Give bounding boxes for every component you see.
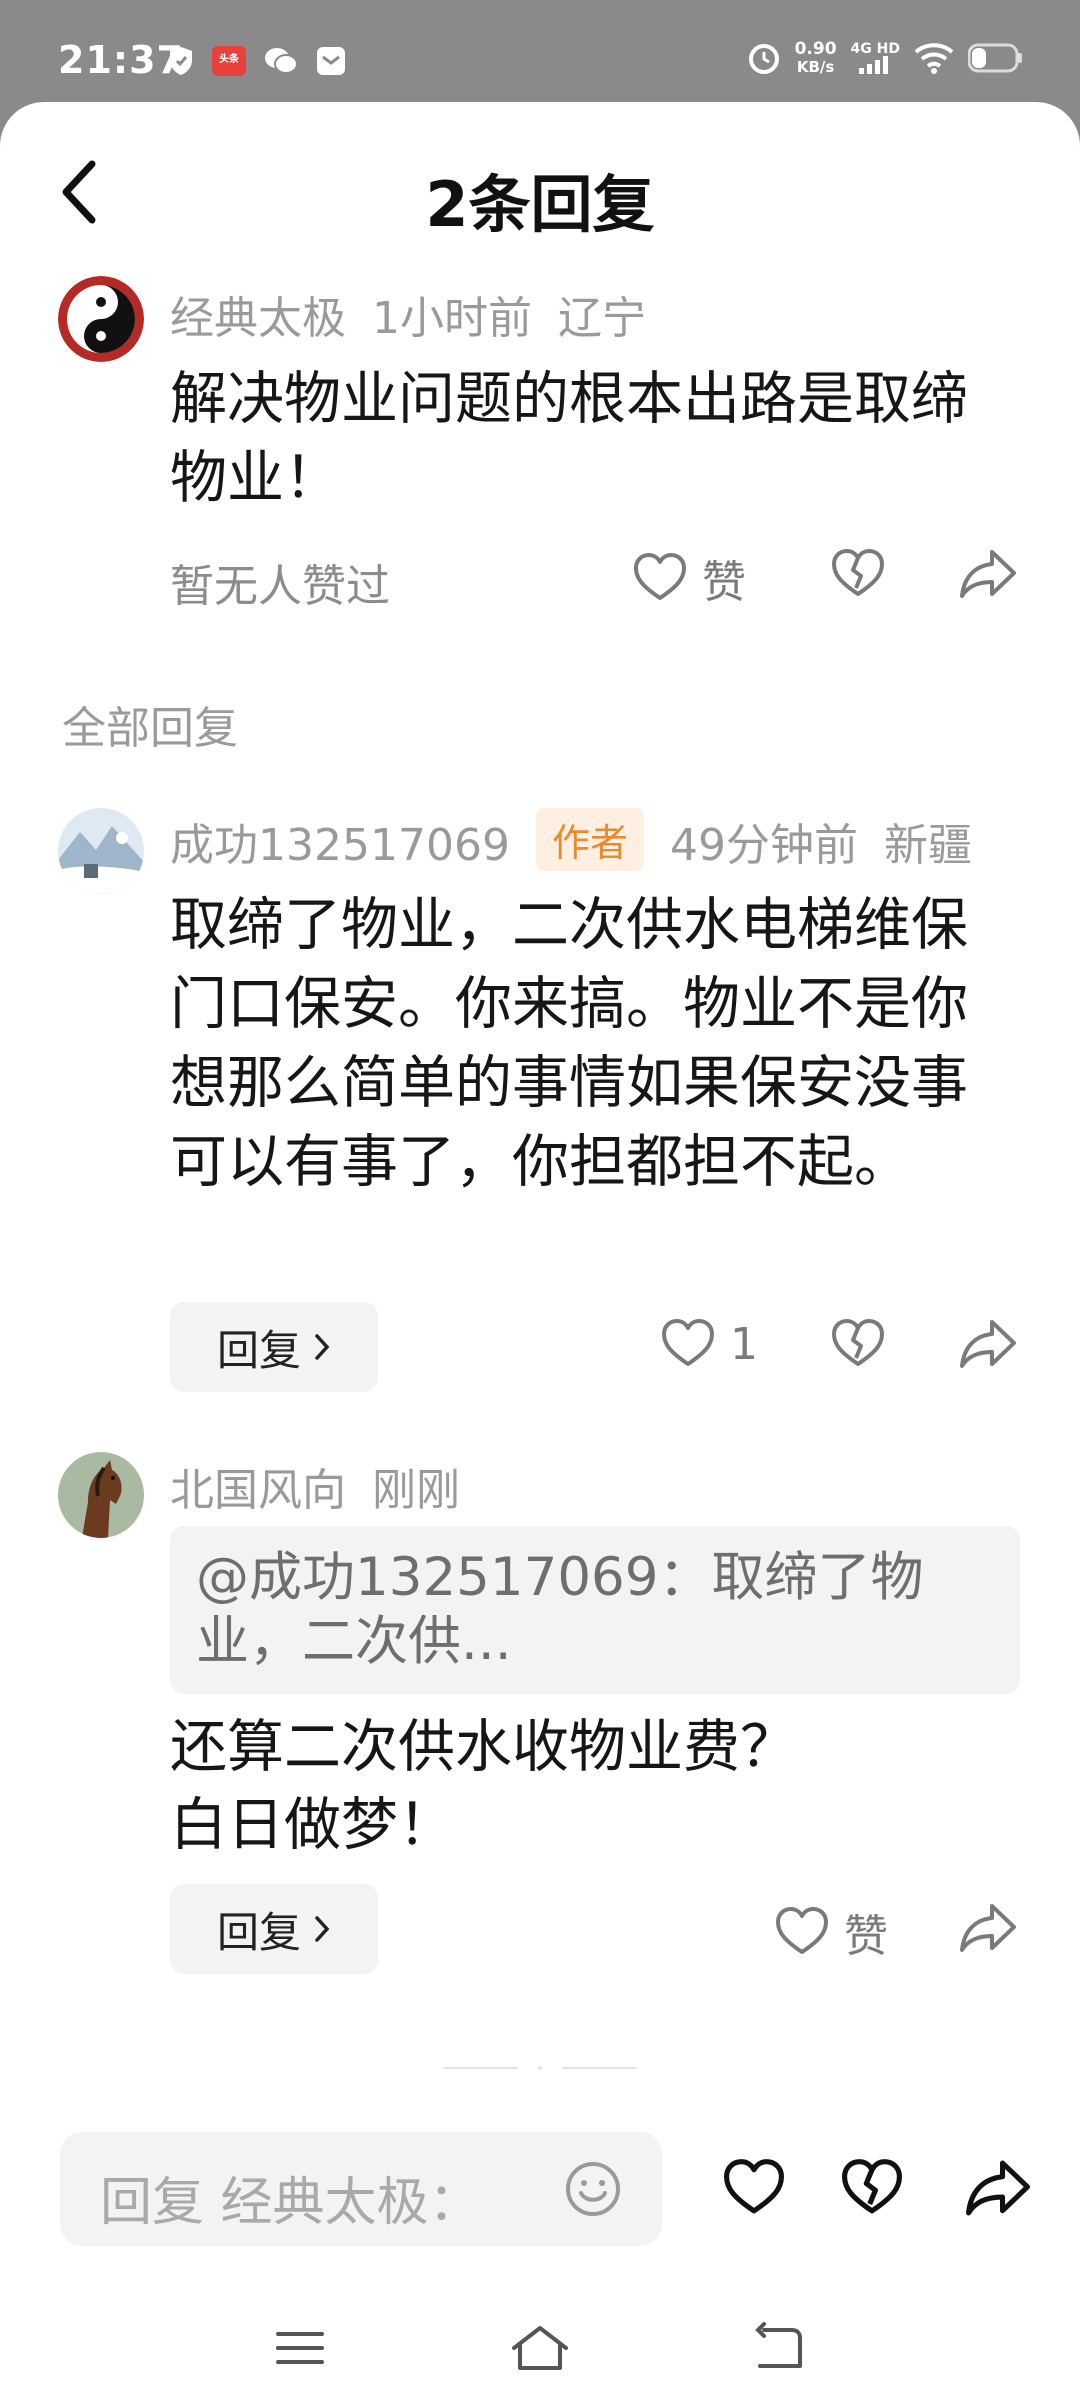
author-badge: 作者 [535, 808, 644, 871]
reply-2-like-label: 赞 [844, 1911, 888, 1962]
toutiao-app-icon: 头条 [212, 46, 246, 76]
page-title: 2条回复 [425, 168, 655, 241]
toutiao-app-icon-label: 头条 [219, 54, 239, 65]
divider-line-left [444, 2067, 518, 2069]
reply-1-share-button[interactable] [958, 1316, 1018, 1372]
network-type: 4G HD [851, 42, 900, 74]
chevron-right-icon [315, 1334, 330, 1360]
reply-1-like-button[interactable]: 1 [660, 1316, 758, 1372]
reply-1-reply-button[interactable]: 回复 [170, 1302, 378, 1392]
share-icon [960, 1904, 1016, 1952]
status-bar: 21:37 头条 0.90 KB/s 4G HD [0, 0, 1080, 100]
reply-2-text-line-2: 白日做梦！ [170, 1792, 455, 1858]
main-comment-like-button[interactable]: 赞 [632, 546, 746, 610]
main-comment-share-button[interactable] [958, 546, 1018, 602]
reply-1-username[interactable]: 成功132517069 [170, 820, 510, 871]
reply-2-reply-button[interactable]: 回复 [170, 1884, 378, 1974]
horse-avatar-icon [58, 1452, 144, 1538]
reply-1-time: 49分钟前 [669, 820, 858, 871]
network-type-label: 4G HD [850, 41, 900, 57]
heart-icon [634, 553, 686, 600]
reply-2-text-line-1: 还算二次供水收物业费？ [170, 1714, 797, 1780]
share-icon [965, 2160, 1031, 2216]
avatar-reply-1[interactable] [58, 808, 144, 894]
heart-icon [724, 2159, 784, 2214]
signal-icon [859, 56, 889, 74]
main-comment-time: 1小时前 [372, 293, 532, 344]
status-system-icons: 0.90 KB/s 4G HD [747, 40, 1024, 76]
yin-yang-icon [58, 276, 144, 362]
heart-icon [776, 1907, 828, 1954]
alarm-icon [748, 44, 779, 74]
reply-2-quoted-text[interactable]: @成功132517069：取缔了物业，二次供... [170, 1526, 1020, 1694]
net-speed-value: 0.90 [794, 39, 837, 59]
main-comment-like-label: 赞 [702, 557, 746, 608]
reply-2-username[interactable]: 北国风向 [170, 1465, 346, 1516]
emoji-icon[interactable] [564, 2160, 622, 2218]
reply-2-share-button[interactable] [958, 1900, 1018, 1956]
reply-input-placeholder: 回复 经典太极： [100, 2173, 481, 2233]
net-speed: 0.90 KB/s [795, 40, 837, 76]
reply-input-box[interactable]: 回复 经典太极： [60, 2132, 662, 2246]
reply-1-text: 取缔了物业，二次供水电梯维保门口保安。你来搞。物业不是你想那么简单的事情如果保安… [170, 892, 968, 1195]
wifi-icon [914, 43, 954, 74]
menu-icon[interactable] [274, 2322, 326, 2374]
net-speed-unit: KB/s [796, 58, 835, 76]
reply-2-time: 刚刚 [372, 1465, 460, 1516]
list-end-divider [444, 2066, 636, 2070]
reply-2-like-button[interactable]: 赞 [774, 1900, 888, 1964]
bottom-dislike-button[interactable] [840, 2156, 904, 2224]
screen: 21:37 头条 0.90 KB/s 4G HD 2条回复 经典太极 1小时前 … [0, 0, 1080, 2408]
system-navigation-bar [0, 2302, 1080, 2408]
main-comment-meta: 经典太极 1小时前 辽宁 [170, 282, 672, 346]
shield-icon [170, 47, 192, 75]
main-comment-likes-info: 暂无人赞过 [170, 561, 390, 612]
reply-2-meta: 北国风向 刚刚 [170, 1454, 486, 1518]
message-app-icon [317, 47, 345, 75]
main-comment-location: 辽宁 [558, 293, 646, 344]
reply-1-like-count: 1 [730, 1318, 758, 1370]
status-notification-icons: 头条 [168, 46, 346, 76]
reply-2-reply-label: 回复 [216, 1907, 301, 1957]
share-icon [960, 550, 1016, 598]
main-comment-dislike-button[interactable] [830, 546, 886, 602]
divider-line-right [562, 2067, 636, 2069]
battery-icon [968, 43, 1022, 73]
home-icon[interactable] [508, 2322, 572, 2374]
back-nav-icon[interactable] [752, 2322, 804, 2374]
reply-1-reply-label: 回复 [216, 1325, 301, 1375]
all-replies-title: 全部回复 [62, 703, 238, 754]
sheet-header: 2条回复 [0, 102, 1080, 272]
heart-icon [662, 1319, 714, 1366]
replies-sheet: 2条回复 经典太极 1小时前 辽宁 解决物业问题的根本出路是取缔物业！ 暂无人赞过 … [0, 102, 1080, 2408]
avatar-main-commenter[interactable] [58, 276, 144, 362]
broken-heart-icon [832, 549, 884, 596]
reply-1-location: 新疆 [883, 820, 972, 871]
wechat-icon [265, 48, 298, 74]
reply-1-dislike-button[interactable] [830, 1316, 886, 1372]
main-comment-text: 解决物业问题的根本出路是取缔物业！ [170, 366, 968, 511]
divider-dot [538, 2066, 542, 2070]
snow-landscape-avatar-icon [58, 808, 144, 894]
avatar-reply-2[interactable] [58, 1452, 144, 1538]
status-time: 21:37 [58, 38, 184, 82]
main-comment-username[interactable]: 经典太极 [170, 293, 346, 344]
broken-heart-icon [832, 1319, 884, 1366]
broken-heart-icon [842, 2159, 902, 2214]
bottom-share-button[interactable] [964, 2156, 1032, 2224]
reply-1-meta: 成功132517069 作者 49分钟前 新疆 [170, 808, 998, 873]
share-icon [960, 1320, 1016, 1368]
bottom-like-button[interactable] [722, 2156, 786, 2224]
chevron-right-icon [315, 1916, 330, 1942]
